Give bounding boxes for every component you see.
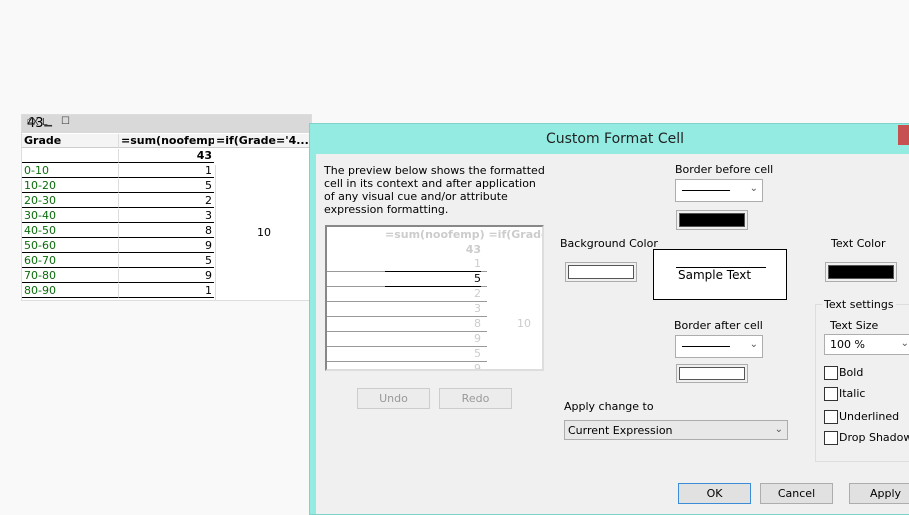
grade-cell[interactable]: 40-50 — [22, 224, 118, 238]
background-color-label: Background Color — [560, 237, 658, 250]
caption-icons[interactable]: ⎙ XL ▁ ☐ — [27, 116, 309, 128]
sample-text: Sample Text — [676, 267, 766, 282]
cancel-button[interactable]: Cancel — [760, 483, 833, 504]
total-row: 43 — [22, 149, 311, 164]
redo-button[interactable]: Redo — [439, 388, 512, 409]
value-cell: 8 — [118, 224, 214, 238]
bold-label: Bold — [839, 366, 864, 379]
value-cell: 1 — [118, 284, 214, 298]
preview-value: 2 — [474, 287, 481, 300]
underlined-checkbox[interactable] — [824, 410, 838, 424]
header-row: Grade =sum(noofemp) =if(Grade='4... — [22, 134, 311, 149]
header-if[interactable]: =if(Grade='4... — [214, 134, 311, 148]
grade-cell[interactable]: 80-90 — [22, 284, 118, 298]
text-size-label: Text Size — [830, 319, 879, 332]
grade-cell[interactable]: 70-80 — [22, 269, 118, 283]
bold-checkbox[interactable] — [824, 366, 838, 380]
apply-change-to-label: Apply change to — [564, 400, 654, 413]
preview-row: 1 — [327, 257, 487, 272]
grade-cell[interactable]: 10-20 — [22, 179, 118, 193]
preview-headers: =sum(noofemp) =if(Grade= — [385, 228, 544, 241]
chevron-down-icon: ⌄ — [900, 338, 909, 349]
preview-pane: =sum(noofemp) =if(Grade= 43 15238959 10 — [325, 225, 544, 371]
excel-export-icon[interactable]: XL — [32, 117, 50, 128]
grade-cell[interactable]: 30-40 — [22, 209, 118, 223]
preview-value: 8 — [474, 317, 481, 330]
value-cell: 5 — [118, 254, 214, 268]
grade-cell[interactable]: 50-60 — [22, 239, 118, 253]
preview-value: 5 — [474, 347, 481, 360]
value-cell: 2 — [118, 194, 214, 208]
preview-value: 1 — [474, 257, 481, 270]
apply-target-value: Current Expression — [568, 424, 673, 437]
preview-value: 9 — [474, 332, 481, 345]
border-after-color[interactable] — [676, 364, 748, 383]
text-size-value: 100 % — [830, 338, 865, 351]
text-settings-label: Text settings — [822, 298, 896, 311]
description: The preview below shows the formatted ce… — [324, 164, 545, 216]
custom-format-cell-dialog: Custom Format Cell The preview below sho… — [309, 123, 909, 515]
italic-label: Italic — [839, 387, 866, 400]
apply-change-to-select[interactable]: Current Expression ⌄ — [564, 420, 788, 440]
border-before-dropdown[interactable]: ⌄ — [675, 179, 763, 202]
drop-shadow-label: Drop Shadow — [839, 431, 909, 444]
value-cell: 5 — [118, 179, 214, 193]
close-button[interactable] — [898, 125, 909, 145]
table-caption: 43 ⎙ XL ▁ ☐ — [22, 115, 311, 133]
preview-row: 3 — [327, 302, 487, 317]
italic-checkbox[interactable] — [824, 387, 838, 401]
straight-table[interactable]: 43 ⎙ XL ▁ ☐ Grade =sum(noofemp) =if(Grad… — [21, 114, 312, 301]
preview-total: 43 — [465, 243, 481, 256]
dialog-title: Custom Format Cell — [545, 131, 685, 147]
undo-button[interactable]: Undo — [357, 388, 430, 409]
preview-row: 9 — [327, 362, 487, 371]
preview-merged: 10 — [517, 317, 531, 330]
text-color-label: Text Color — [831, 237, 886, 250]
border-before-label: Border before cell — [675, 163, 774, 176]
preview-row: 5 — [327, 271, 487, 287]
total-value: 43 — [118, 149, 214, 163]
preview-row: 8 — [327, 317, 487, 332]
header-sum[interactable]: =sum(noofemp) — [118, 134, 214, 148]
text-size-dropdown[interactable]: 100 % ⌄ — [824, 334, 909, 355]
preview-row: 9 — [327, 332, 487, 347]
preview-row: 5 — [327, 347, 487, 362]
preview-row: 2 — [327, 287, 487, 302]
header-grade[interactable]: Grade — [22, 134, 118, 148]
chevron-down-icon: ⌄ — [749, 183, 758, 194]
apply-button[interactable]: Apply — [849, 483, 909, 504]
grade-cell[interactable]: 60-70 — [22, 254, 118, 268]
ok-button[interactable]: OK — [678, 483, 751, 504]
text-color-swatch[interactable] — [825, 262, 897, 282]
chevron-down-icon: ⌄ — [749, 339, 758, 350]
grade-cell[interactable]: 20-30 — [22, 194, 118, 208]
border-before-color[interactable] — [676, 210, 748, 230]
drop-shadow-checkbox[interactable] — [824, 431, 838, 445]
preview-value: 5 — [385, 271, 481, 287]
sample-preview: Sample Text — [653, 249, 787, 300]
value-cell: 3 — [118, 209, 214, 223]
grade-cell[interactable]: 0-10 — [22, 164, 118, 178]
border-after-label: Border after cell — [674, 319, 763, 332]
border-after-dropdown[interactable]: ⌄ — [675, 335, 763, 358]
value-cell: 1 — [118, 164, 214, 178]
preview-value: 9 — [474, 362, 481, 371]
merged-value: 10 — [215, 165, 312, 300]
value-cell: 9 — [118, 239, 214, 253]
underlined-label: Underlined — [839, 410, 900, 423]
preview-value: 3 — [474, 302, 481, 315]
chevron-down-icon: ⌄ — [774, 424, 783, 435]
value-cell: 9 — [118, 269, 214, 283]
background-color-swatch[interactable] — [565, 262, 637, 282]
